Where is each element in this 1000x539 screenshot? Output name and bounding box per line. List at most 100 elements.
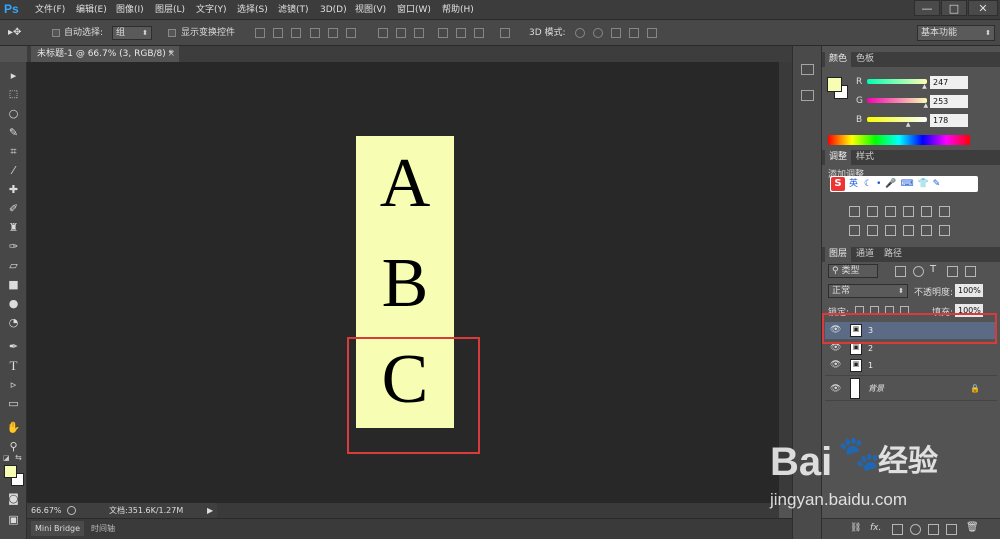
distribute-top-icon[interactable] bbox=[378, 28, 388, 38]
zoom-level[interactable]: 66.67% bbox=[31, 503, 62, 518]
color-spectrum-bar[interactable] bbox=[828, 135, 970, 145]
color-balance-icon[interactable] bbox=[849, 225, 860, 236]
3d-slide-icon[interactable] bbox=[629, 28, 639, 38]
move-tool-icon[interactable]: ▸ bbox=[6, 68, 21, 83]
fx-icon[interactable]: fx. bbox=[870, 523, 881, 533]
tab-styles[interactable]: 样式 bbox=[852, 150, 878, 165]
filter-adjustment-icon[interactable] bbox=[913, 266, 924, 277]
status-info-icon[interactable] bbox=[67, 506, 76, 515]
align-hcenter-icon[interactable] bbox=[328, 28, 338, 38]
horizontal-scrollbar[interactable] bbox=[217, 503, 779, 518]
history-panel-icon[interactable] bbox=[801, 64, 814, 75]
channel-g-slider[interactable] bbox=[867, 98, 927, 103]
pen-tool-icon[interactable]: ✒ bbox=[6, 339, 21, 354]
menu-edit[interactable]: 编辑(E) bbox=[76, 0, 107, 20]
3d-pan-icon[interactable] bbox=[611, 28, 621, 38]
link-layers-icon[interactable]: ⛓ bbox=[850, 523, 861, 533]
blur-tool-icon[interactable]: ● bbox=[6, 296, 21, 311]
distribute-right-icon[interactable] bbox=[474, 28, 484, 38]
rectangle-tool-icon[interactable]: ▭ bbox=[6, 396, 21, 411]
align-right-icon[interactable] bbox=[346, 28, 356, 38]
menu-view[interactable]: 视图(V) bbox=[355, 0, 386, 20]
menu-filter[interactable]: 滤镜(T) bbox=[278, 0, 309, 20]
type-tool-icon[interactable]: T bbox=[6, 358, 21, 373]
tab-swatches[interactable]: 色板 bbox=[852, 52, 878, 67]
ime-tool-icons[interactable]: ☾•🎤⌨👕✎ bbox=[864, 176, 944, 192]
auto-select-checkbox[interactable] bbox=[52, 29, 60, 37]
timeline-tab[interactable]: 时间轴 bbox=[87, 521, 119, 536]
hand-tool-icon[interactable]: ✋ bbox=[6, 420, 21, 435]
curves-icon[interactable] bbox=[885, 206, 896, 217]
zoom-tool-icon[interactable]: ⚲ bbox=[6, 439, 21, 454]
new-adjustment-layer-icon[interactable] bbox=[910, 524, 921, 535]
color-foreground-swatch[interactable] bbox=[827, 77, 842, 92]
align-left-icon[interactable] bbox=[310, 28, 320, 38]
layer-row-1[interactable]: 👁 ▣ 1 bbox=[825, 357, 997, 374]
eye-icon[interactable]: 👁 bbox=[830, 376, 841, 402]
dodge-tool-icon[interactable]: ◔ bbox=[6, 315, 21, 330]
clone-stamp-tool-icon[interactable]: ♜ bbox=[6, 220, 21, 235]
add-mask-icon[interactable] bbox=[892, 524, 903, 535]
channel-g-thumb[interactable]: ▲ bbox=[924, 102, 929, 109]
menu-window[interactable]: 窗口(W) bbox=[397, 0, 431, 20]
show-transform-checkbox[interactable] bbox=[168, 29, 176, 37]
color-lookup-icon[interactable] bbox=[921, 225, 932, 236]
menu-help[interactable]: 帮助(H) bbox=[442, 0, 474, 20]
menu-layer[interactable]: 图层(L) bbox=[155, 0, 185, 20]
exposure-icon[interactable] bbox=[903, 206, 914, 217]
foreground-color-swatch[interactable] bbox=[4, 465, 17, 478]
status-menu-arrow-icon[interactable]: ▶ bbox=[207, 503, 213, 518]
quick-select-tool-icon[interactable]: ✎ bbox=[6, 125, 21, 140]
filter-pixel-icon[interactable] bbox=[895, 266, 906, 277]
3d-rotate-icon[interactable] bbox=[575, 28, 585, 38]
hue-saturation-icon[interactable] bbox=[939, 206, 950, 217]
workspace-dropdown[interactable]: 基本功能 ⬍ bbox=[917, 25, 995, 41]
channel-b-thumb[interactable]: ▲ bbox=[906, 121, 911, 128]
blend-mode-dropdown[interactable]: 正常 ⬍ bbox=[828, 284, 908, 298]
tab-paths[interactable]: 路径 bbox=[880, 247, 906, 262]
menu-file[interactable]: 文件(F) bbox=[35, 0, 65, 20]
channel-g-value[interactable]: 253 bbox=[930, 95, 968, 108]
distribute-hcenter-icon[interactable] bbox=[456, 28, 466, 38]
menu-3d[interactable]: 3D(D) bbox=[320, 0, 347, 20]
swap-colors-icon[interactable]: ⇆ bbox=[15, 453, 22, 462]
auto-align-icon[interactable] bbox=[500, 28, 510, 38]
channel-r-slider[interactable] bbox=[867, 79, 927, 84]
distribute-left-icon[interactable] bbox=[438, 28, 448, 38]
menu-select[interactable]: 选择(S) bbox=[237, 0, 268, 20]
photo-filter-icon[interactable] bbox=[885, 225, 896, 236]
distribute-bottom-icon[interactable] bbox=[414, 28, 424, 38]
marquee-tool-icon[interactable]: ⬚ bbox=[6, 87, 21, 102]
eraser-tool-icon[interactable]: ▱ bbox=[6, 258, 21, 273]
close-window-button[interactable]: ✕ bbox=[968, 0, 998, 16]
3d-roll-icon[interactable] bbox=[593, 28, 603, 38]
healing-brush-tool-icon[interactable]: ✚ bbox=[6, 182, 21, 197]
auto-select-dropdown[interactable]: 组 ⬍ bbox=[112, 26, 152, 40]
black-white-icon[interactable] bbox=[867, 225, 878, 236]
path-selection-tool-icon[interactable]: ▹ bbox=[6, 377, 21, 392]
align-vcenter-icon[interactable] bbox=[273, 28, 283, 38]
screen-mode-icon[interactable]: ▣ bbox=[6, 512, 21, 527]
menu-type[interactable]: 文字(Y) bbox=[196, 0, 227, 20]
tab-channels[interactable]: 通道 bbox=[852, 247, 878, 262]
invert-icon[interactable] bbox=[939, 225, 950, 236]
filter-type-icon[interactable]: T bbox=[930, 264, 936, 275]
crop-tool-icon[interactable]: ⌗ bbox=[6, 144, 21, 159]
levels-icon[interactable] bbox=[867, 206, 878, 217]
vibrance-icon[interactable] bbox=[921, 206, 932, 217]
channel-b-value[interactable]: 178 bbox=[930, 114, 968, 127]
gradient-tool-icon[interactable]: ■ bbox=[6, 277, 21, 292]
channel-b-slider[interactable] bbox=[867, 117, 927, 122]
default-colors-icon[interactable]: ◪ bbox=[3, 454, 11, 462]
minimize-button[interactable]: — bbox=[914, 0, 940, 16]
distribute-vcenter-icon[interactable] bbox=[396, 28, 406, 38]
mini-bridge-tab[interactable]: Mini Bridge bbox=[31, 521, 85, 536]
align-bottom-icon[interactable] bbox=[291, 28, 301, 38]
layer-filter-dropdown[interactable]: ⚲ 类型 bbox=[828, 264, 878, 278]
filter-smart-object-icon[interactable] bbox=[965, 266, 976, 277]
lasso-tool-icon[interactable]: ○ bbox=[6, 106, 21, 121]
new-group-icon[interactable] bbox=[928, 524, 939, 535]
close-tab-icon[interactable]: × bbox=[167, 46, 175, 62]
eye-icon[interactable]: 👁 bbox=[830, 357, 841, 374]
trash-icon[interactable]: 🗑 bbox=[966, 522, 979, 533]
